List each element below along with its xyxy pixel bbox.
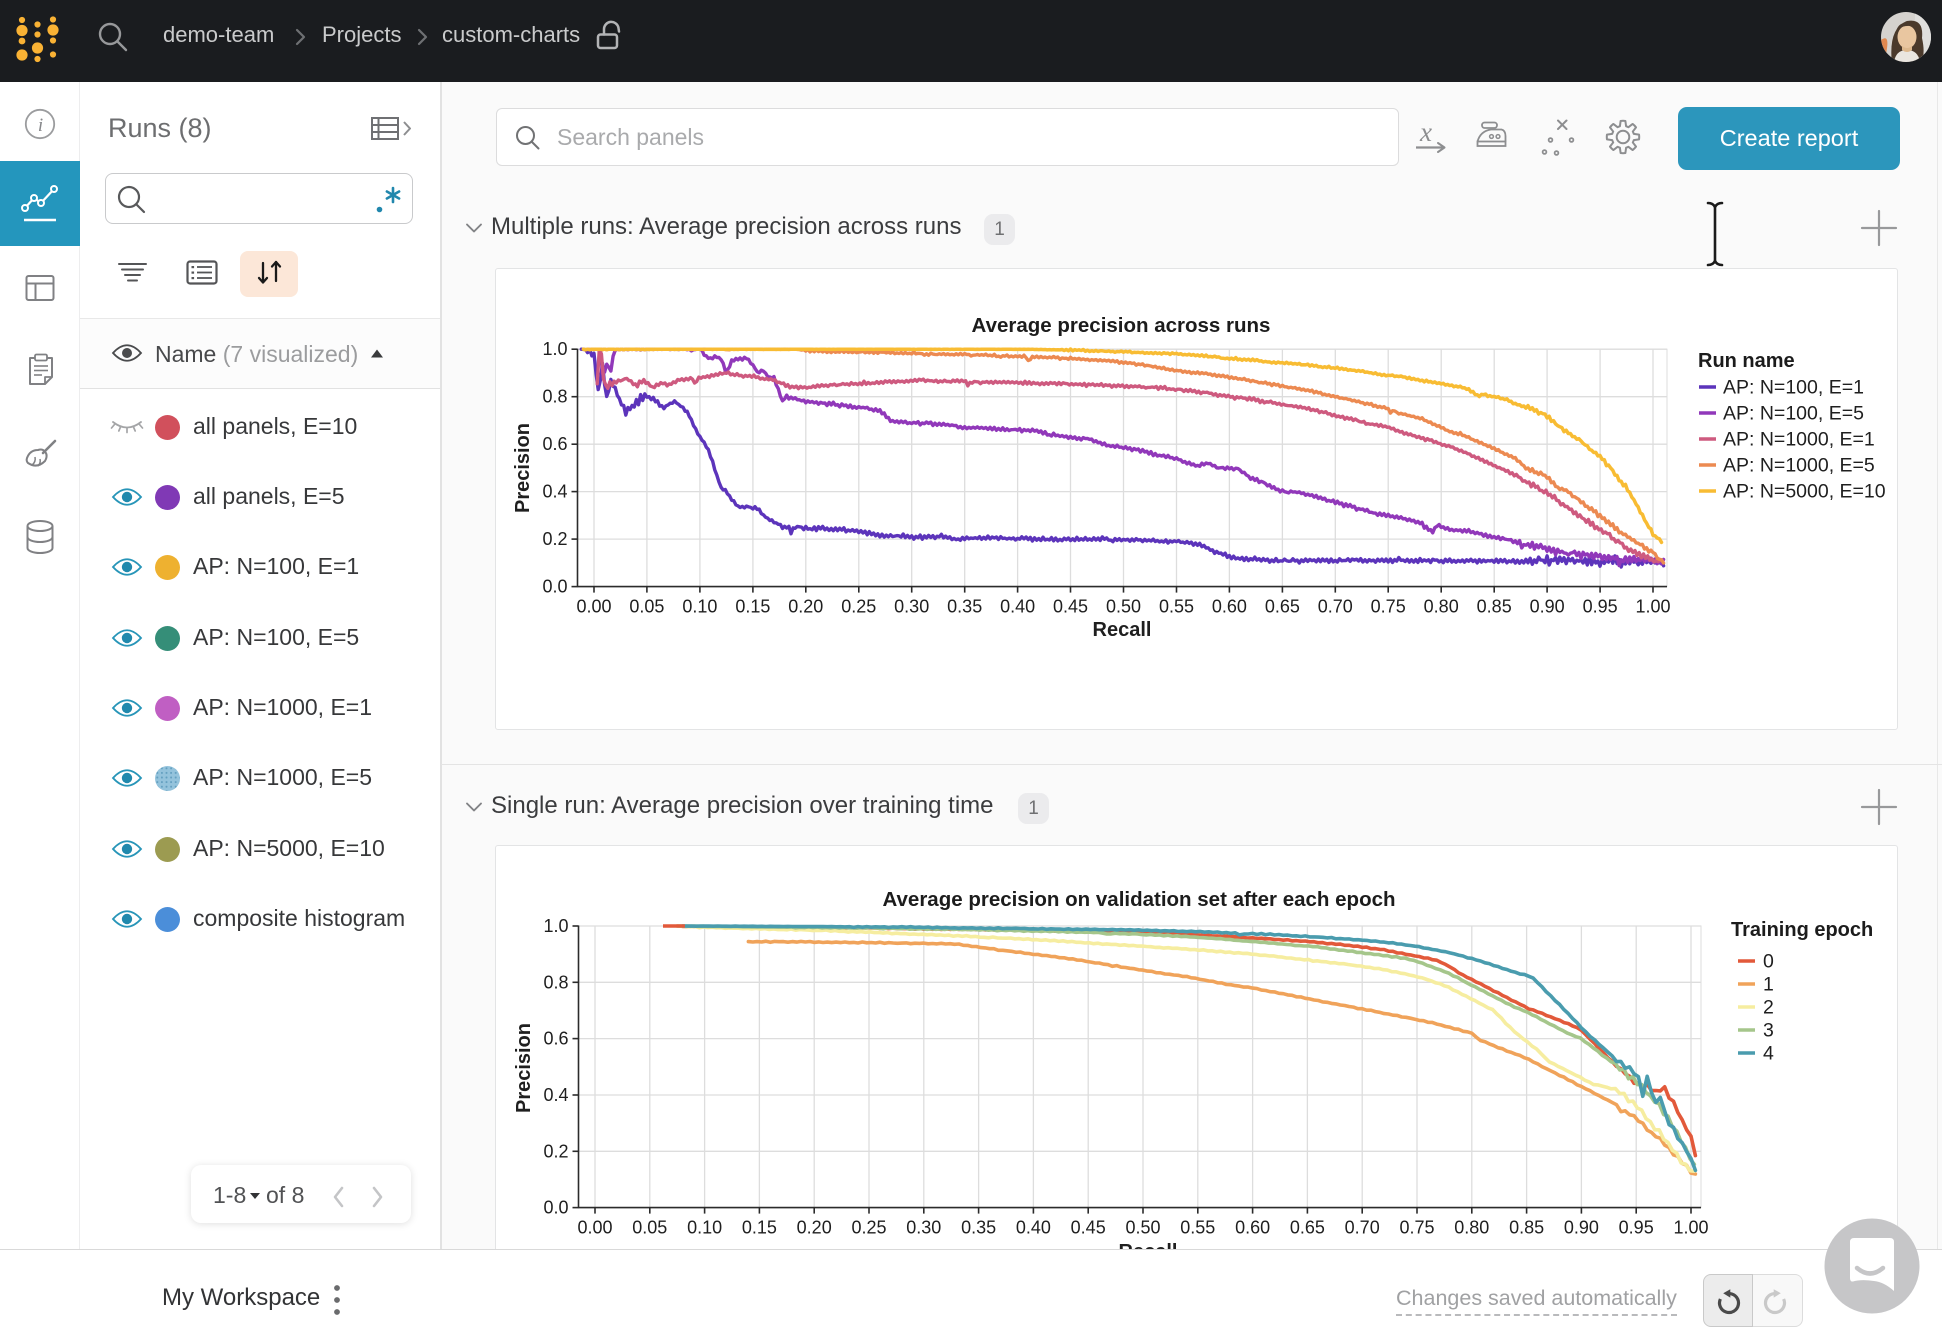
svg-text:Recall: Recall [1119,1241,1178,1249]
svg-text:1.0: 1.0 [542,339,567,359]
svg-text:AP: N=5000, E=10: AP: N=5000, E=10 [1723,481,1886,503]
svg-text:0.20: 0.20 [797,1218,832,1238]
svg-text:AP: N=1000, E=1: AP: N=1000, E=1 [1723,429,1875,451]
svg-text:AP: N=1000, E=5: AP: N=1000, E=5 [1723,455,1875,477]
svg-text:0.30: 0.30 [894,597,929,617]
svg-text:0.80: 0.80 [1424,597,1459,617]
svg-text:0.50: 0.50 [1106,597,1141,617]
svg-text:0.05: 0.05 [632,1218,667,1238]
svg-text:1.00: 1.00 [1635,597,1670,617]
svg-text:0.40: 0.40 [1016,1218,1051,1238]
svg-text:Average precision on validatio: Average precision on validation set afte… [882,888,1395,911]
svg-text:0.40: 0.40 [1000,597,1035,617]
svg-text:AP: N=100, E=1: AP: N=100, E=1 [1723,377,1864,399]
svg-text:2: 2 [1763,997,1774,1019]
svg-text:x: x [1419,117,1432,147]
svg-text:0.55: 0.55 [1180,1218,1215,1238]
svg-text:0.2: 0.2 [543,1141,568,1161]
svg-text:0.85: 0.85 [1477,597,1512,617]
svg-text:Training epoch: Training epoch [1731,919,1873,941]
svg-text:0.45: 0.45 [1071,1218,1106,1238]
svg-text:Recall: Recall [1093,619,1152,641]
svg-text:Precision: Precision [512,423,534,513]
svg-text:1: 1 [1763,974,1774,996]
svg-text:0.90: 0.90 [1564,1218,1599,1238]
svg-text:0.90: 0.90 [1530,597,1565,617]
svg-text:0.25: 0.25 [841,597,876,617]
svg-text:0.75: 0.75 [1399,1218,1434,1238]
svg-text:0.4: 0.4 [542,482,567,502]
svg-text:0.4: 0.4 [543,1085,568,1105]
svg-text:0.8: 0.8 [542,387,567,407]
svg-text:0.15: 0.15 [735,597,770,617]
svg-text:Average precision across runs: Average precision across runs [972,314,1271,337]
svg-text:0.25: 0.25 [851,1218,886,1238]
svg-text:0.65: 0.65 [1265,597,1300,617]
svg-text:0.55: 0.55 [1159,597,1194,617]
svg-text:0.70: 0.70 [1345,1218,1380,1238]
svg-text:0.95: 0.95 [1619,1218,1654,1238]
svg-text:3: 3 [1763,1020,1774,1042]
svg-text:0.00: 0.00 [576,597,611,617]
svg-text:0.0: 0.0 [543,1198,568,1218]
svg-text:0.75: 0.75 [1371,597,1406,617]
svg-text:0.60: 0.60 [1235,1218,1270,1238]
svg-text:0: 0 [1763,951,1774,973]
svg-text:0.45: 0.45 [1053,597,1088,617]
svg-text:0.15: 0.15 [742,1218,777,1238]
svg-text:0.05: 0.05 [629,597,664,617]
svg-text:1.00: 1.00 [1673,1218,1708,1238]
svg-text:AP: N=100, E=5: AP: N=100, E=5 [1723,403,1864,425]
svg-text:0.8: 0.8 [543,972,568,992]
svg-text:i: i [38,115,43,136]
svg-text:Run name: Run name [1698,350,1795,372]
svg-text:0.50: 0.50 [1125,1218,1160,1238]
svg-text:1.0: 1.0 [543,916,568,936]
svg-text:0.2: 0.2 [542,529,567,549]
svg-text:0.95: 0.95 [1583,597,1618,617]
svg-text:0.65: 0.65 [1290,1218,1325,1238]
svg-text:0.20: 0.20 [788,597,823,617]
svg-text:0.10: 0.10 [687,1218,722,1238]
svg-text:0.35: 0.35 [947,597,982,617]
svg-text:0.85: 0.85 [1509,1218,1544,1238]
svg-text:0.6: 0.6 [543,1029,568,1049]
svg-text:0.0: 0.0 [542,577,567,597]
svg-text:0.00: 0.00 [577,1218,612,1238]
svg-text:0.70: 0.70 [1318,597,1353,617]
svg-text:0.60: 0.60 [1212,597,1247,617]
svg-text:0.80: 0.80 [1454,1218,1489,1238]
svg-text:0.30: 0.30 [906,1218,941,1238]
svg-text:4: 4 [1763,1043,1774,1065]
svg-text:Precision: Precision [513,1023,535,1113]
svg-text:0.10: 0.10 [682,597,717,617]
svg-text:0.35: 0.35 [961,1218,996,1238]
svg-text:0.6: 0.6 [542,434,567,454]
